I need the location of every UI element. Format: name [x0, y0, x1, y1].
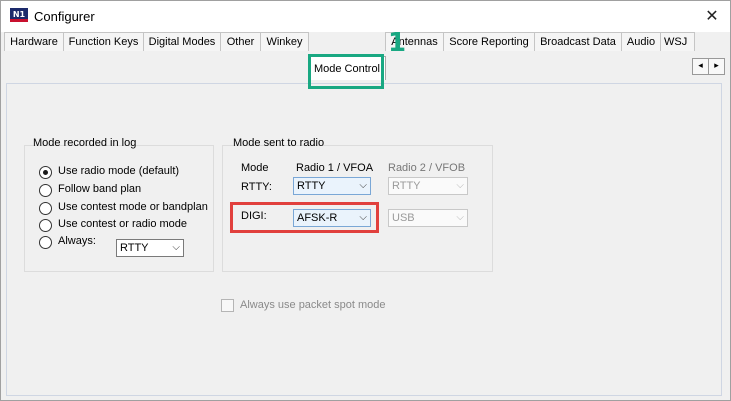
mode-radio-label: Mode sent to radio	[233, 137, 325, 149]
radio2-digi-select[interactable]: USB ⌵	[388, 209, 468, 227]
radio-contest-mode-bandplan[interactable]	[39, 202, 52, 215]
radio-always[interactable]	[39, 236, 52, 249]
tab-wsj[interactable]: WSJ	[660, 32, 695, 51]
mode-log-label: Mode recorded in log	[33, 137, 137, 149]
tab-scroll-right-icon[interactable]: ▸	[708, 58, 725, 75]
app-logo-icon: N1	[10, 8, 28, 22]
col-mode-label: Mode	[241, 162, 269, 174]
digi-highlight-box	[230, 202, 379, 233]
always-mode-select[interactable]: RTTY ⌵	[116, 239, 184, 257]
radio-label: Always:	[58, 235, 96, 247]
chevron-down-icon: ⌵	[359, 180, 367, 191]
col-radio2-label: Radio 2 / VFOB	[388, 162, 466, 174]
packet-spot-checkbox[interactable]	[221, 299, 234, 312]
tab-function-keys[interactable]: Function Keys	[63, 32, 144, 51]
select-value: RTTY	[120, 242, 149, 254]
tab-broadcast-data[interactable]: Broadcast Data	[534, 32, 622, 51]
mode-control-callout	[308, 54, 384, 89]
rtty-row-label: RTTY:	[241, 181, 272, 193]
tab-scroll-left-icon[interactable]: ◂	[692, 58, 709, 75]
radio-use-radio-mode[interactable]	[39, 166, 52, 179]
tab-other[interactable]: Other	[220, 32, 261, 51]
radio-label: Use contest mode or bandplan	[58, 201, 208, 213]
chevron-down-icon: ⌵	[172, 242, 180, 253]
window-title: Configurer	[34, 9, 95, 24]
radio-label: Use contest or radio mode	[58, 218, 188, 230]
packet-spot-label: Always use packet spot mode	[240, 299, 386, 311]
close-icon[interactable]: ✕	[698, 3, 726, 29]
select-value: RTTY	[297, 180, 326, 192]
tab-hardware[interactable]: Hardware	[4, 32, 64, 51]
tab-winkey[interactable]: Winkey	[260, 32, 309, 51]
radio-label: Use radio mode (default)	[58, 165, 180, 177]
title-bar: N1 Configurer ✕	[1, 1, 730, 32]
chevron-down-icon: ⌵	[456, 180, 464, 191]
select-value: USB	[392, 212, 415, 224]
radio-label: Follow band plan	[58, 183, 142, 195]
radio-contest-or-radio[interactable]	[39, 219, 52, 232]
tab-digital-modes[interactable]: Digital Modes	[143, 32, 221, 51]
col-radio1-label: Radio 1 / VFOA	[296, 162, 374, 174]
select-value: RTTY	[392, 180, 421, 192]
tab-audio[interactable]: Audio	[621, 32, 661, 51]
tab-score-reporting[interactable]: Score Reporting	[443, 32, 535, 51]
chevron-down-icon: ⌵	[456, 212, 464, 223]
radio2-rtty-select[interactable]: RTTY ⌵	[388, 177, 468, 195]
callout-number: 1	[388, 28, 407, 58]
radio-follow-band-plan[interactable]	[39, 184, 52, 197]
radio1-rtty-select[interactable]: RTTY ⌵	[293, 177, 371, 195]
